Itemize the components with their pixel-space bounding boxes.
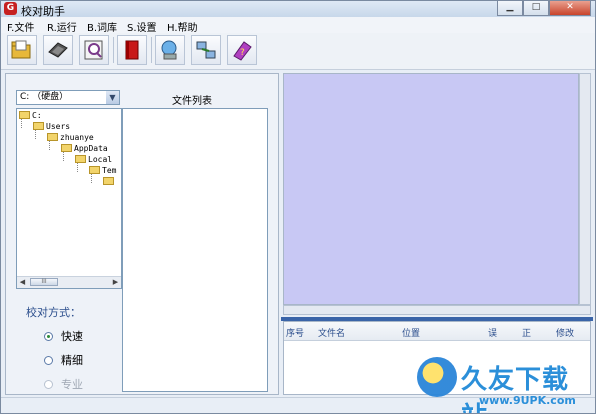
watermark-logo-icon (417, 357, 457, 397)
dictionary-button[interactable] (117, 35, 147, 65)
tree-node[interactable] (103, 177, 116, 187)
save-disk-button[interactable] (43, 35, 73, 65)
col-wrong[interactable]: 误 (488, 326, 497, 339)
toolbar-separator (113, 37, 114, 63)
help-book-icon: ? (233, 41, 252, 61)
folder-icon (61, 144, 72, 152)
menu-bar: F.文件 R.运行 B.词库 S.设置 H.帮助 (1, 17, 595, 34)
disk-icon (48, 42, 68, 58)
mode-option-fast[interactable]: 快速 (44, 328, 83, 344)
tree-node[interactable]: zhuanye (47, 133, 94, 143)
mode-option-fine[interactable]: 精细 (44, 352, 83, 368)
scroll-thumb[interactable]: III (30, 278, 58, 286)
scroll-right-icon[interactable]: ▶ (110, 277, 121, 287)
book-icon (125, 40, 139, 60)
tree-node[interactable]: Local (75, 155, 112, 165)
preview-horizontal-scrollbar[interactable] (283, 305, 591, 315)
menu-dictionary[interactable]: B.词库 (87, 19, 117, 34)
open-folder-icon (11, 40, 31, 59)
file-list[interactable] (122, 108, 268, 392)
window-controls: ▁ □ ✕ (497, 1, 591, 16)
drive-select[interactable]: C: （硬盘） ▼ (16, 90, 120, 105)
col-correct[interactable]: 正 (522, 326, 531, 339)
col-index[interactable]: 序号 (286, 326, 304, 339)
network-button[interactable] (155, 35, 185, 65)
drive-select-value: C: （硬盘） (20, 92, 69, 102)
search-doc-icon (84, 40, 103, 60)
file-list-header: 文件列表 (172, 96, 212, 107)
app-logo-icon: G (4, 2, 17, 15)
preview-vertical-scrollbar[interactable] (579, 73, 591, 305)
chevron-down-icon[interactable]: ▼ (106, 91, 119, 104)
menu-run[interactable]: R.运行 (47, 19, 77, 34)
col-position[interactable]: 位置 (402, 326, 420, 339)
close-button[interactable]: ✕ (549, 1, 591, 16)
connect-button[interactable] (191, 35, 221, 65)
tree-node[interactable]: AppData (61, 144, 108, 154)
text-preview-area[interactable] (283, 73, 579, 305)
maximize-button[interactable]: □ (523, 1, 549, 16)
watermark-url: www.9UPK.com (479, 394, 576, 407)
folder-icon (89, 166, 100, 174)
scroll-left-icon[interactable]: ◀ (17, 277, 28, 287)
folder-icon (19, 111, 30, 119)
svg-text:?: ? (240, 48, 245, 58)
menu-help[interactable]: H.帮助 (167, 19, 198, 34)
radio-disabled-icon (44, 379, 53, 389)
menu-settings[interactable]: S.设置 (127, 19, 157, 34)
search-doc-button[interactable] (79, 35, 109, 65)
col-filename[interactable]: 文件名 (318, 326, 345, 339)
col-modify[interactable]: 修改 (556, 326, 574, 339)
toolbar-separator (151, 37, 152, 63)
mode-option-professional: 专业 (44, 376, 83, 392)
tree-node[interactable]: Users (33, 122, 70, 132)
app-window: G 校对助手 ▁ □ ✕ F.文件 R.运行 B.词库 S.设置 H.帮助 ? … (0, 0, 596, 414)
open-folder-button[interactable] (7, 35, 37, 65)
menu-file[interactable]: F.文件 (7, 19, 34, 34)
folder-icon (47, 133, 58, 141)
minimize-button[interactable]: ▁ (497, 1, 523, 16)
file-browser-panel: C: （硬盘） ▼ 文件列表 C: Users zhuanye AppData … (5, 73, 279, 395)
toolbar: ? (1, 33, 595, 70)
folder-icon (33, 122, 44, 130)
help-button[interactable]: ? (227, 35, 257, 65)
tree-horizontal-scrollbar[interactable]: ◀ III ▶ (17, 276, 121, 288)
folder-tree[interactable]: C: Users zhuanye AppData Local Tem ◀ III… (16, 108, 122, 289)
folder-icon (103, 177, 114, 185)
proof-mode-label: 校对方式： (26, 306, 81, 319)
tree-node[interactable]: C: (19, 111, 42, 121)
connect-icon (196, 41, 216, 59)
network-icon (161, 40, 177, 60)
radio-icon[interactable] (44, 355, 53, 365)
results-table-header: 序号 文件名 位置 误 正 修改 (284, 322, 590, 341)
tree-node[interactable]: Tem (89, 166, 116, 176)
folder-icon (75, 155, 86, 163)
radio-selected-icon[interactable] (44, 331, 53, 341)
title-bar[interactable]: G 校对助手 ▁ □ ✕ (1, 1, 595, 18)
